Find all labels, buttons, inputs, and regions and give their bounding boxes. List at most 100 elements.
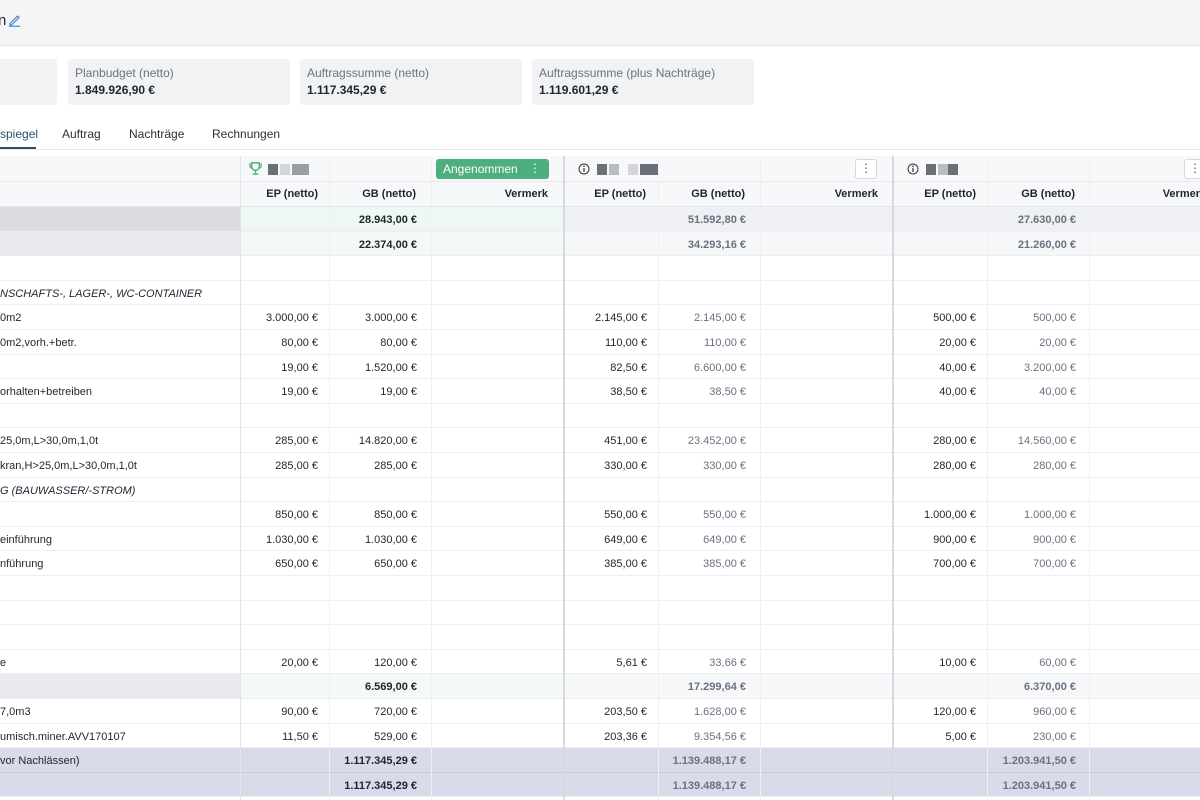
badge-menu-icon[interactable]: ⋮	[529, 161, 541, 175]
total-price-cell: 1.117.345,29 €	[344, 779, 417, 792]
unit-price-cell: 280,00 €	[933, 435, 976, 448]
col-header-gb[interactable]: GB (netto)	[340, 188, 416, 200]
group-label-cell	[0, 674, 240, 698]
redacted-name-block	[609, 164, 619, 175]
unit-price-cell: 20,00 €	[281, 656, 318, 669]
redacted-name-block	[926, 164, 936, 175]
summary-card-cut	[0, 59, 57, 105]
position-description: einführung	[0, 533, 52, 546]
tab-nachtraege[interactable]: Nachträge	[129, 127, 184, 141]
total-price-cell: 385,00 €	[703, 558, 746, 571]
redacted-name-block	[628, 164, 638, 175]
col-header-vermerk[interactable]: Vermer	[1130, 188, 1200, 200]
unit-price-cell: 280,00 €	[933, 460, 976, 472]
tab-auftrag[interactable]: Auftrag	[62, 127, 101, 141]
bidder-menu-button[interactable]: ⋮	[855, 159, 877, 179]
unit-price-cell: 451,00 €	[604, 435, 647, 448]
col-header-vermerk[interactable]: Vermerk	[470, 188, 548, 200]
summary-card-auftragssumme-nachtraege: Auftragssumme (plus Nachträge) 1.119.601…	[532, 59, 754, 105]
table-row[interactable]: 0m2,vorh.+betr. 80,00 € 80,00 € 110,00 € 110…	[0, 330, 1200, 355]
total-price-cell: 60,00 €	[1039, 656, 1076, 669]
unit-price-cell: 649,00 €	[604, 533, 647, 546]
total-price-cell: 1.117.345,29 €	[344, 755, 417, 768]
col-header-ep[interactable]: EP (netto)	[908, 188, 976, 200]
table-row[interactable]: e 20,00 € 120,00 € 5,61 € 33,66 € 10,00 € 60,0…	[0, 649, 1200, 675]
total-price-cell: 550,00 €	[703, 509, 746, 522]
info-icon[interactable]	[578, 163, 590, 175]
edit-pencil-icon[interactable]	[8, 13, 22, 27]
col-header-gb[interactable]: GB (netto)	[997, 188, 1075, 200]
bidder-header-row: Angenommen ⋮ ⋮ ⋮	[0, 156, 1200, 182]
table-row[interactable]: G (BAUWASSER/-STROM)	[0, 477, 1200, 503]
redacted-name-block	[268, 164, 278, 175]
total-price-cell: 110,00 €	[703, 337, 746, 349]
table-row[interactable]: 25,0m,L>30,0m,1,0t 285,00 € 14.820,00 € 451…	[0, 428, 1200, 453]
unit-price-cell: 285,00 €	[275, 460, 318, 472]
page-header: n	[0, 0, 1200, 46]
info-icon[interactable]	[907, 163, 919, 175]
table-row[interactable]: einführung 1.030,00 € 1.030,00 € 649,00 € 64…	[0, 526, 1200, 552]
table-row[interactable]: 850,00 € 850,00 € 550,00 € 550,00 € 1.000,00…	[0, 502, 1200, 527]
tab-preisspiegel[interactable]: spiegel	[0, 127, 38, 141]
position-description: vor Nachlässen)	[0, 755, 80, 768]
unit-price-cell: 285,00 €	[275, 435, 318, 448]
table-row[interactable]: 6.569,00 € 17.299,64 € 6.370,00 €	[0, 674, 1200, 699]
column-divider	[329, 156, 330, 800]
summary-card-auftragssumme: Auftragssumme (netto) 1.117.345,29 €	[300, 59, 522, 105]
group-label-cell	[0, 207, 240, 231]
table-row[interactable]: 7,0m3 90,00 € 720,00 € 203,50 € 1.628,00 € 12…	[0, 699, 1200, 724]
table-row[interactable]: 0m2 3.000,00 € 3.000,00 € 2.145,00 € 2.145,0…	[0, 305, 1200, 330]
total-price-cell: 38,50 €	[709, 386, 746, 399]
unit-price-cell: 10,00 €	[939, 656, 976, 669]
card-label: Auftragssumme (plus Nachträge)	[539, 66, 716, 80]
total-price-cell: 960,00 €	[1033, 706, 1076, 718]
table-row[interactable]: 22.374,00 € 34.293,16 € 21.260,00 €	[0, 231, 1200, 257]
total-price-cell: 23.452,00 €	[687, 435, 746, 448]
trophy-icon	[249, 162, 262, 175]
column-divider	[1089, 156, 1090, 800]
col-header-gb[interactable]: GB (netto)	[668, 188, 745, 200]
table-row[interactable]	[0, 403, 1200, 429]
total-price-cell: 900,00 €	[1033, 533, 1076, 546]
unit-price-cell: 5,00 €	[945, 730, 976, 743]
unit-price-cell: 2.145,00 €	[595, 312, 647, 325]
col-header-vermerk[interactable]: Vermerk	[800, 188, 878, 200]
total-price-cell: 14.820,00 €	[358, 435, 417, 448]
total-price-cell: 1.139.488,17 €	[672, 755, 746, 768]
status-badge-accepted[interactable]: Angenommen ⋮	[436, 159, 549, 179]
column-divider	[760, 156, 761, 800]
table-row[interactable]	[0, 625, 1200, 650]
table-row[interactable]: kran,H>25,0m,L>30,0m,1,0t 285,00 € 285,00 …	[0, 453, 1200, 478]
tab-rechnungen[interactable]: Rechnungen	[212, 127, 280, 141]
column-divider	[240, 156, 241, 800]
total-price-cell: 1.203.941,50 €	[1002, 779, 1076, 792]
table-row[interactable]: nführung 650,00 € 650,00 € 385,00 € 385,00 €…	[0, 551, 1200, 576]
total-price-cell: 33,66 €	[709, 656, 746, 669]
table-row[interactable]	[0, 600, 1200, 626]
total-price-cell: 700,00 €	[1033, 558, 1076, 571]
table-row[interactable]: NSCHAFTS-, LAGER-, WC-CONTAINER	[0, 280, 1200, 306]
total-price-cell: 650,00 €	[374, 558, 417, 571]
page-title: n	[0, 12, 7, 29]
table-row[interactable]: 1.117.345,29 € 1.139.488,17 € 1.203.941,50…	[0, 772, 1200, 798]
total-price-cell: 22.374,00 €	[358, 238, 417, 251]
redacted-name-block	[948, 164, 958, 175]
unit-price-cell: 19,00 €	[281, 361, 318, 374]
table-row[interactable]	[0, 576, 1200, 601]
unit-price-cell: 40,00 €	[939, 361, 976, 374]
table-row[interactable]: 19,00 € 1.520,00 € 82,50 € 6.600,00 € 40,00 …	[0, 354, 1200, 380]
col-header-ep[interactable]: EP (netto)	[578, 188, 646, 200]
table-row[interactable]: vor Nachlässen) 1.117.345,29 € 1.139.488,1…	[0, 748, 1200, 773]
table-row[interactable]: umisch.miner.AVV170107 11,50 € 529,00 € 203…	[0, 723, 1200, 749]
bidder-menu-button[interactable]: ⋮	[1184, 159, 1200, 179]
unit-price-cell: 330,00 €	[604, 460, 647, 472]
total-price-cell: 27.630,00 €	[1017, 214, 1076, 226]
bidder-divider	[892, 156, 894, 800]
table-row[interactable]	[0, 256, 1200, 281]
col-header-ep[interactable]: EP (netto)	[250, 188, 318, 200]
unit-price-cell: 82,50 €	[610, 361, 647, 374]
table-row[interactable]: 28.943,00 € 51.592,80 € 27.630,00 €	[0, 207, 1200, 232]
table-row[interactable]: orhalten+betreiben 19,00 € 19,00 € 38,50 € 3…	[0, 379, 1200, 404]
total-price-cell: 330,00 €	[703, 460, 746, 472]
total-price-cell: 28.943,00 €	[358, 214, 417, 226]
